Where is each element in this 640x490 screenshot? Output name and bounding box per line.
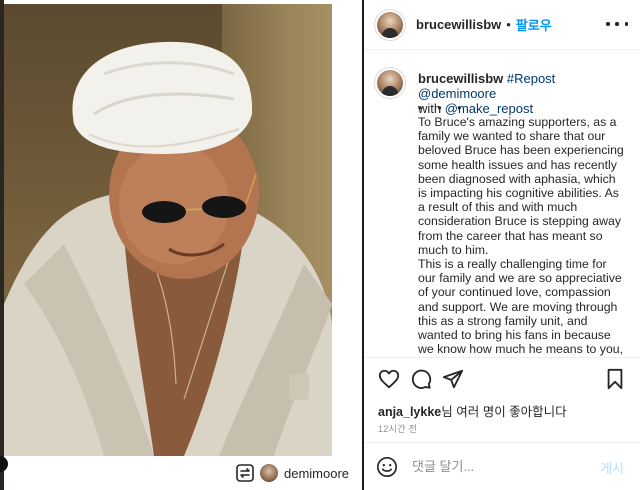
media-gutter bbox=[332, 0, 362, 490]
likes-user[interactable]: anja_lykke bbox=[378, 405, 441, 419]
caption-avatar[interactable] bbox=[374, 67, 406, 99]
follow-button[interactable]: 팔로우 bbox=[516, 15, 552, 34]
post-header: brucewillisbw • 팔로우 bbox=[364, 0, 640, 50]
left-edge-marker bbox=[0, 456, 8, 472]
avatar bbox=[377, 11, 403, 38]
comment-input[interactable] bbox=[412, 459, 592, 474]
smiley-icon[interactable] bbox=[376, 456, 398, 478]
header-avatar[interactable] bbox=[374, 8, 406, 41]
post-comment-button[interactable]: 게시 bbox=[600, 458, 624, 477]
caption-area[interactable]: brucewillisbw #Repost @demimoore with @m… bbox=[364, 51, 632, 357]
paper-plane-icon[interactable] bbox=[442, 368, 464, 390]
avatar bbox=[377, 70, 403, 96]
more-options-icon[interactable] bbox=[606, 17, 628, 31]
post-panel: brucewillisbw • 팔로우 brucewillisbw #Repos… bbox=[364, 0, 640, 490]
repost-icon bbox=[236, 464, 254, 482]
caption-paragraph: This is a really challenging time for ou… bbox=[418, 257, 624, 357]
action-bar bbox=[364, 357, 640, 397]
heart-icon[interactable] bbox=[378, 368, 400, 390]
caption-dots: • • • bbox=[418, 101, 468, 115]
post-photo[interactable] bbox=[4, 4, 332, 456]
post-timestamp[interactable]: 12시간 전 bbox=[378, 422, 417, 435]
caption-username[interactable]: brucewillisbw bbox=[418, 71, 503, 86]
bookmark-icon[interactable] bbox=[604, 368, 626, 390]
credit-username[interactable]: demimoore bbox=[284, 466, 349, 481]
photo-illustration bbox=[4, 41, 332, 456]
comment-bar: 게시 bbox=[364, 442, 640, 490]
credit-avatar[interactable] bbox=[260, 464, 278, 482]
likes-summary[interactable]: anja_lykke님 여러 명이 좋아합니다 bbox=[378, 401, 567, 420]
header-username[interactable]: brucewillisbw bbox=[416, 17, 501, 32]
mention-demimoore[interactable]: @demimoore bbox=[418, 86, 496, 101]
caption-paragraph: To Bruce's amazing supporters, as a fami… bbox=[418, 115, 624, 257]
caption-text: To Bruce's amazing supporters, as a fami… bbox=[418, 115, 626, 357]
hashtag-repost[interactable]: #Repost bbox=[507, 71, 555, 86]
likes-suffix: 님 여러 명이 좋아합니다 bbox=[441, 405, 567, 419]
repost-credit[interactable]: demimoore bbox=[236, 462, 349, 484]
header-separator: • bbox=[506, 17, 511, 32]
post-media[interactable]: demimoore bbox=[0, 0, 362, 490]
comment-icon[interactable] bbox=[410, 368, 432, 390]
